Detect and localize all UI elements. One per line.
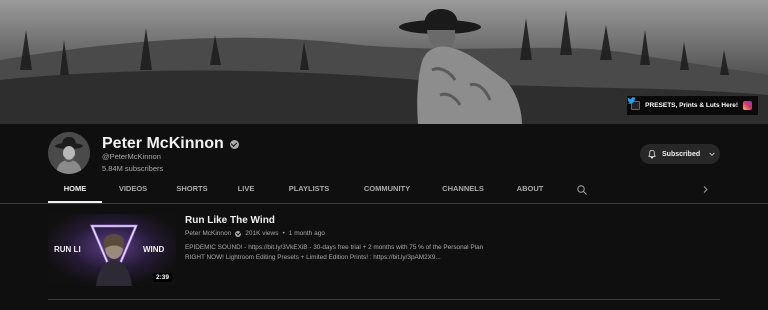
chevron-down-icon (709, 152, 715, 156)
channel-banner: PRESETS, Prints & Luts Here! (0, 0, 768, 124)
channel-tabs: HOME VIDEOS SHORTS LIVE PLAYLISTS COMMUN… (48, 177, 562, 203)
chevron-right-icon[interactable] (701, 185, 710, 194)
subscribed-label: Subscribed (662, 150, 701, 158)
channel-name[interactable]: Peter McKinnon (102, 135, 224, 153)
tab-channels[interactable]: CHANNELS (428, 177, 498, 203)
tabs-divider (0, 203, 768, 204)
tab-shorts[interactable]: SHORTS (164, 177, 220, 203)
video-description[interactable]: EPIDEMIC SOUND! - https://bit.ly/3VkEXiB… (185, 243, 495, 262)
instagram-icon[interactable] (743, 101, 752, 110)
subscribed-button[interactable]: Subscribed (640, 144, 720, 164)
bell-icon (648, 149, 656, 159)
banner-link-label[interactable]: PRESETS, Prints & Luts Here! (645, 102, 738, 109)
video-meta: Peter McKinnon 201K views • 1 month ago (185, 230, 325, 237)
verified-icon (229, 139, 239, 149)
meta-separator: • (282, 230, 285, 237)
tab-community[interactable]: COMMUNITY (346, 177, 428, 203)
video-age: 1 month ago (288, 230, 325, 237)
channel-avatar[interactable] (48, 132, 90, 174)
video-views: 201K views (245, 230, 279, 237)
video-channel[interactable]: Peter McKinnon (185, 230, 231, 237)
tab-live[interactable]: LIVE (220, 177, 272, 203)
subscriber-count: 5.84M subscribers (102, 164, 164, 173)
video-thumbnail[interactable]: RUN LI WIND 2:39 (48, 214, 176, 286)
verified-icon (235, 230, 242, 237)
search-icon[interactable] (576, 184, 588, 196)
channel-name-row: Peter McKinnon (102, 135, 239, 153)
tab-videos[interactable]: VIDEOS (102, 177, 164, 203)
video-duration: 2:39 (152, 273, 172, 282)
section-divider (48, 299, 720, 300)
thumb-text-right: WIND (143, 245, 165, 254)
tab-playlists[interactable]: PLAYLISTS (272, 177, 346, 203)
tab-about[interactable]: ABOUT (498, 177, 562, 203)
thumb-text-left: RUN LI (54, 245, 81, 254)
avatar-image (48, 132, 90, 174)
channel-handle: @PeterMcKinnon (102, 152, 161, 161)
tab-home[interactable]: HOME (48, 177, 102, 203)
banner-links[interactable]: PRESETS, Prints & Luts Here! (627, 96, 758, 115)
twitter-icon[interactable] (627, 96, 636, 105)
video-title[interactable]: Run Like The Wind (185, 215, 275, 226)
